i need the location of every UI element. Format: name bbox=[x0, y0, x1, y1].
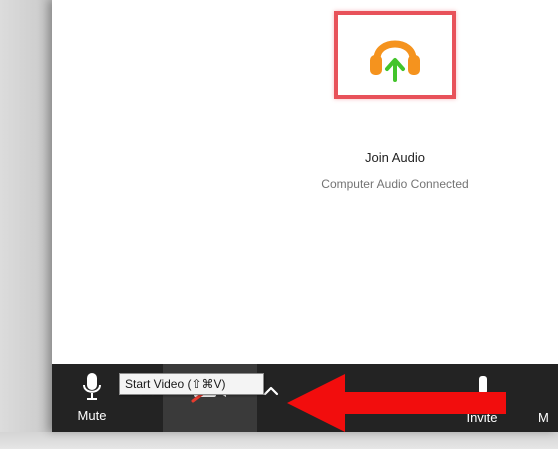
red-arrow-annotation bbox=[287, 374, 506, 432]
mute-button[interactable]: Mute bbox=[66, 364, 118, 432]
audio-status-text: Computer Audio Connected bbox=[321, 177, 469, 191]
start-video-tooltip: Start Video (⇧⌘V) bbox=[119, 373, 264, 395]
more-button[interactable]: M bbox=[538, 364, 558, 432]
join-audio-title: Join Audio bbox=[365, 150, 425, 165]
video-options-chevron-up-icon[interactable] bbox=[262, 382, 280, 400]
headphones-upload-icon bbox=[370, 40, 420, 82]
mute-label: Mute bbox=[77, 408, 107, 423]
desktop-background bbox=[0, 0, 52, 449]
more-label: M bbox=[538, 410, 549, 425]
microphone-icon bbox=[83, 373, 101, 400]
screenshot-stage: Join Audio Computer Audio Connected Mute bbox=[0, 0, 558, 449]
join-audio-button[interactable] bbox=[334, 11, 456, 99]
meeting-content-area: Join Audio Computer Audio Connected bbox=[52, 0, 558, 364]
meeting-window: Join Audio Computer Audio Connected Mute bbox=[52, 0, 558, 432]
